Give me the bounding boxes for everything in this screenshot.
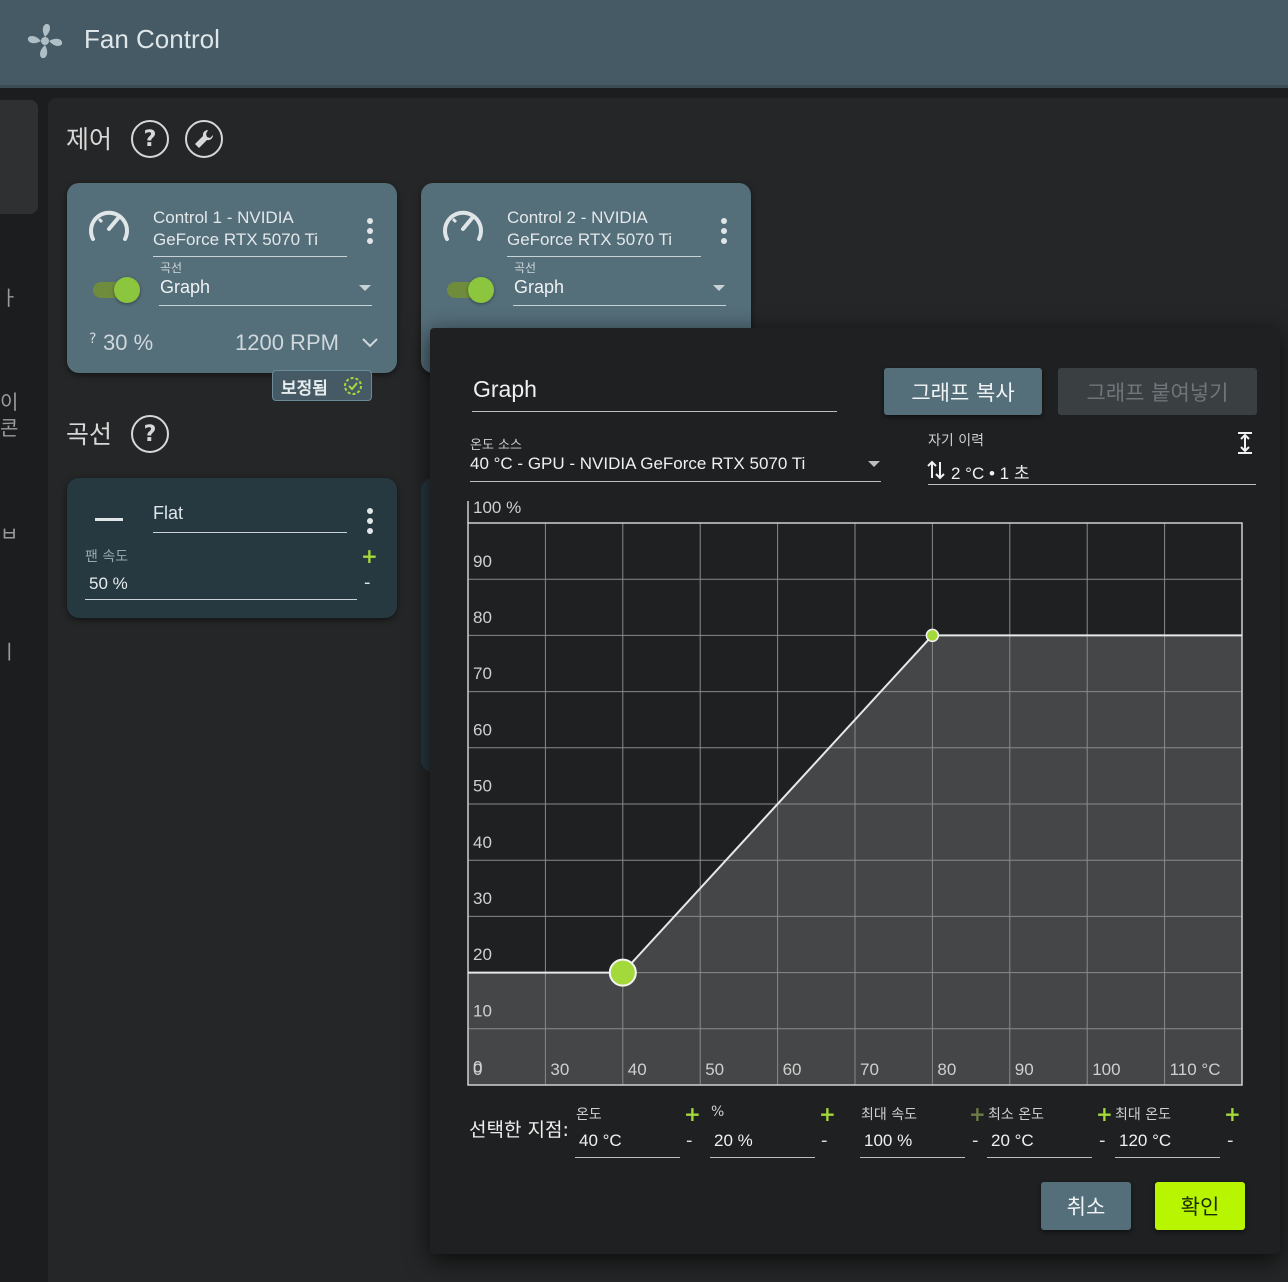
curve-label: 곡선 xyxy=(514,261,537,275)
field-label: 온도 xyxy=(576,1107,602,1123)
curve-point[interactable] xyxy=(608,958,637,987)
decrement-button[interactable]: - xyxy=(972,1130,979,1151)
curve-name[interactable]: Flat xyxy=(153,503,183,524)
decrement-button[interactable]: - xyxy=(1227,1130,1234,1151)
x-tick-label: 100 xyxy=(1092,1060,1120,1079)
ok-button[interactable]: 확인 xyxy=(1155,1182,1245,1230)
y-tick-label: 40 xyxy=(473,833,492,852)
selected-point-label: 선택한 지점: xyxy=(469,1119,569,1141)
increment-button[interactable]: + xyxy=(819,1102,836,1126)
decrement-button[interactable]: - xyxy=(821,1130,828,1151)
more-menu-icon[interactable] xyxy=(367,508,373,538)
nav-rail-text[interactable]: ㅂ xyxy=(0,518,18,547)
curve-point[interactable] xyxy=(925,628,940,643)
nav-rail-text[interactable]: 콘 xyxy=(0,412,18,441)
badge-label: 보정됨 xyxy=(281,379,328,399)
control-rpm: 1200 RPM xyxy=(235,330,339,355)
x-tick-label: 50 xyxy=(705,1060,724,1079)
control-name-line1: Control 1 - NVIDIA xyxy=(153,208,294,227)
graph-editor-dialog: Graph 그래프 복사 그래프 붙여넣기 온도 소스 40 °C - GPU … xyxy=(430,328,1280,1254)
nav-rail-text[interactable]: ㅣ xyxy=(0,636,18,665)
max-temp-input[interactable]: 120 °C xyxy=(1119,1131,1171,1151)
nav-rail-text[interactable]: ㅏ xyxy=(0,282,18,311)
help-icon[interactable]: ? xyxy=(131,415,169,453)
y-tick-label: 100 % xyxy=(473,498,521,517)
help-icon[interactable]: ? xyxy=(131,120,169,158)
decrement-button[interactable]: - xyxy=(686,1130,693,1151)
x-tick-label: 90 xyxy=(1015,1060,1034,1079)
dropdown-arrow-icon[interactable] xyxy=(359,285,371,291)
y-tick-label: 60 xyxy=(473,720,492,739)
curve-label: 곡선 xyxy=(160,261,183,275)
max-speed-input[interactable]: 100 % xyxy=(864,1131,912,1151)
flat-line-icon xyxy=(95,518,123,521)
fan-speed-input[interactable]: 50 % xyxy=(89,574,128,594)
fan-logo-icon xyxy=(27,23,63,59)
gauge-icon xyxy=(89,210,129,241)
increment-button[interactable]: + xyxy=(969,1102,986,1126)
control-card[interactable]: Control 1 - NVIDIA GeForce RTX 5070 Ti 곡… xyxy=(67,183,397,373)
unknown-indicator: ? xyxy=(89,331,97,347)
x-tick-label: 30 xyxy=(550,1060,569,1079)
increment-button[interactable]: + xyxy=(361,544,378,568)
y-tick-label: 50 xyxy=(473,777,492,796)
control-name-line2: GeForce RTX 5070 Ti xyxy=(153,230,319,249)
calibrated-badge: 보정됨 xyxy=(272,370,372,401)
cancel-button[interactable]: 취소 xyxy=(1041,1182,1131,1230)
more-menu-icon[interactable] xyxy=(367,218,373,248)
x-tick-label: 40 xyxy=(628,1060,647,1079)
y-tick-label: 20 xyxy=(473,945,492,964)
y-tick-label: 80 xyxy=(473,608,492,627)
controls-section-title: 제어 xyxy=(66,125,113,154)
flat-curve-card[interactable]: Flat 팬 속도 50 % + - xyxy=(67,478,397,618)
control-name-line1: Control 2 - NVIDIA xyxy=(507,208,648,227)
control-percent: 30 % xyxy=(103,330,154,355)
fan-speed-label: 팬 속도 xyxy=(85,549,129,565)
field-label: 최대 온도 xyxy=(1115,1107,1171,1123)
title-bar: Fan Control xyxy=(0,0,1288,88)
x-tick-label: 70 xyxy=(860,1060,879,1079)
increment-button[interactable]: + xyxy=(684,1102,701,1126)
x-tick-label: 110 °C xyxy=(1170,1060,1221,1079)
check-circle-icon xyxy=(344,377,362,395)
y-tick-label: 90 xyxy=(473,552,492,571)
field-label: 최대 속도 xyxy=(861,1107,917,1123)
increment-button[interactable]: + xyxy=(1224,1102,1241,1126)
toggle-knob[interactable] xyxy=(468,277,494,303)
y-tick-label: 70 xyxy=(473,664,492,683)
decrement-button[interactable]: - xyxy=(364,572,371,593)
y-tick-label: 30 xyxy=(473,889,492,908)
control-name-line2: GeForce RTX 5070 Ti xyxy=(507,230,673,249)
field-label: 최소 온도 xyxy=(988,1107,1044,1123)
app-title: Fan Control xyxy=(84,24,220,54)
increment-button[interactable]: + xyxy=(1096,1102,1113,1126)
percent-input[interactable]: 20 % xyxy=(714,1131,753,1151)
gauge-icon xyxy=(443,210,483,241)
min-temp-input[interactable]: 20 °C xyxy=(991,1131,1034,1151)
dropdown-arrow-icon[interactable] xyxy=(713,285,725,291)
fan-curve-chart[interactable]: 100 % 90 80 70 60 50 40 30 20 100 0 30 40 50 60 70 80 90 1… xyxy=(430,328,1280,1098)
more-menu-icon[interactable] xyxy=(721,218,727,248)
x-tick-label: 80 xyxy=(937,1060,956,1079)
toggle-knob[interactable] xyxy=(114,277,140,303)
decrement-button[interactable]: - xyxy=(1099,1130,1106,1151)
curves-section-title: 곡선 xyxy=(66,420,113,449)
nav-rail-text[interactable]: 이 xyxy=(0,386,18,415)
curve-dropdown[interactable]: Graph xyxy=(160,277,210,298)
nav-rail-selected[interactable] xyxy=(0,100,38,214)
x-tick-label: 60 xyxy=(783,1060,802,1079)
temperature-input[interactable]: 40 °C xyxy=(579,1131,622,1151)
x-tick-label: 0 xyxy=(473,1060,482,1079)
field-label: % xyxy=(711,1104,725,1120)
chevron-down-icon[interactable] xyxy=(361,337,379,349)
wrench-icon[interactable] xyxy=(185,120,223,158)
curve-dropdown[interactable]: Graph xyxy=(514,277,564,298)
y-tick-label: 10 xyxy=(473,1001,492,1020)
